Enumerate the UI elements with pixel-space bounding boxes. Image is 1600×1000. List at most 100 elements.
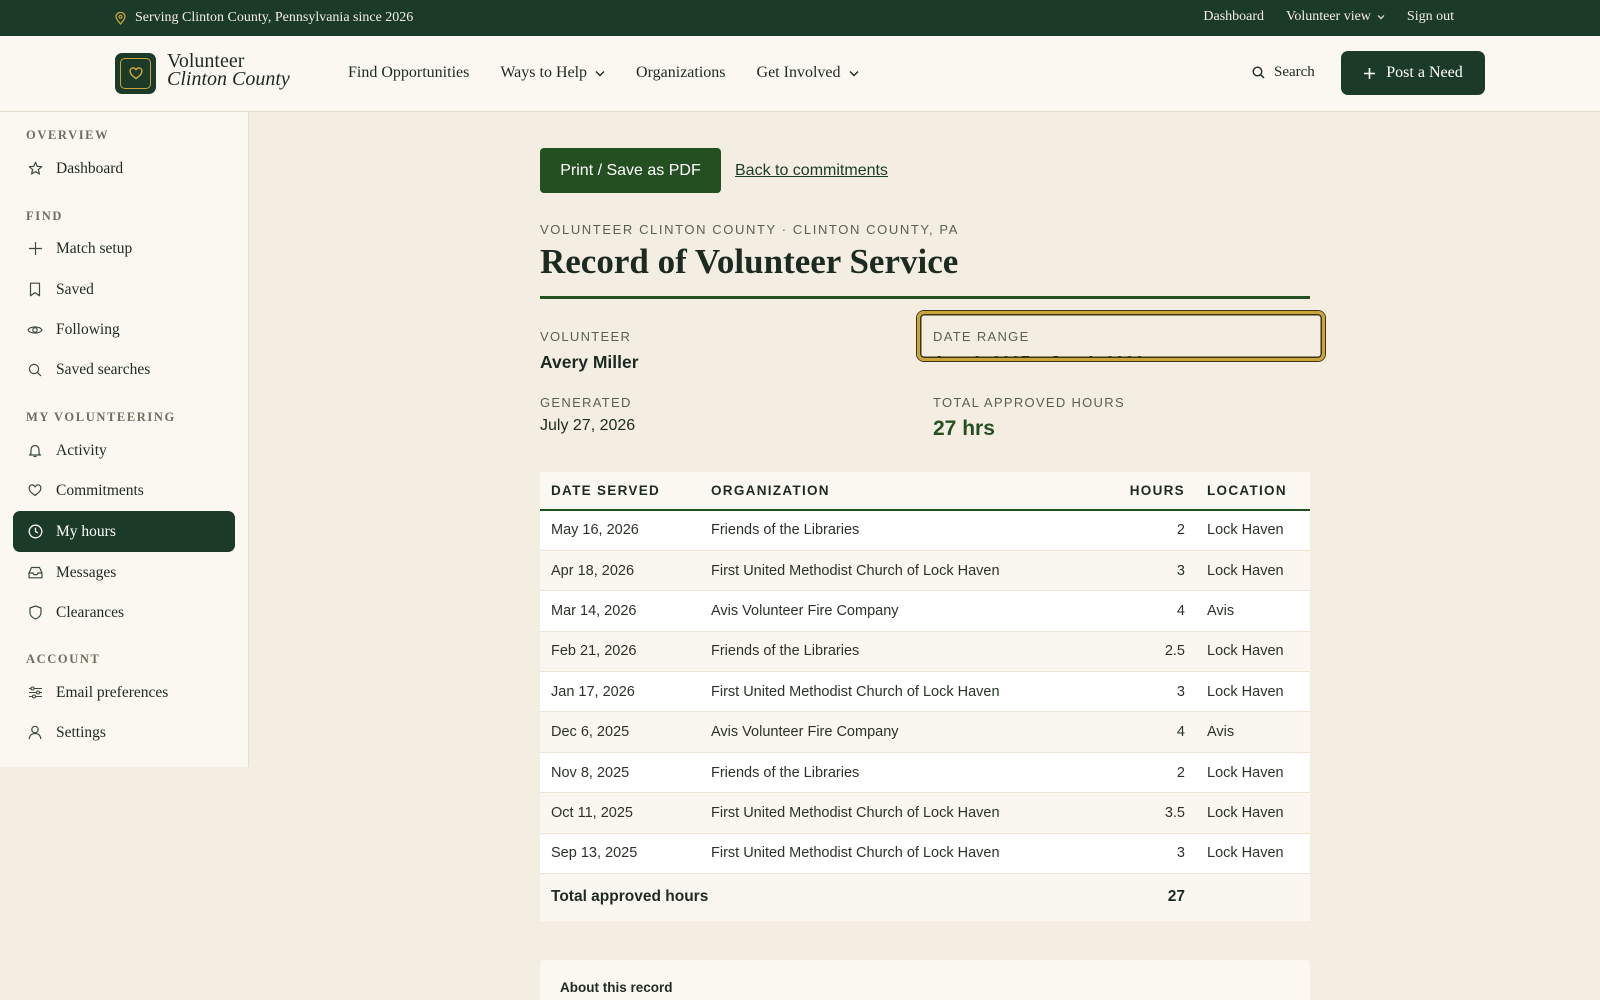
cell-location: Avis: [1196, 711, 1310, 753]
total-value: 27: [1106, 873, 1196, 921]
cell-date: Nov 8, 2025: [540, 752, 700, 794]
cell-date: Sep 13, 2025: [540, 833, 700, 875]
cell-location: Lock Haven: [1196, 550, 1310, 592]
cell-location: Lock Haven: [1196, 671, 1310, 713]
cell-date: May 16, 2026: [540, 510, 700, 551]
sidebar-item-label: Email preferences: [56, 683, 169, 701]
top-dashboard-label: Dashboard: [1203, 9, 1265, 24]
sidebar-item-my-hours[interactable]: My hours: [13, 511, 235, 552]
location-text: Serving Clinton County, Pennsylvania sin…: [135, 10, 414, 25]
cell-location: Lock Haven: [1196, 792, 1310, 834]
table-row: Nov 8, 2025 Friends of the Libraries 2 Lock…: [540, 752, 1310, 794]
chevron-down-icon: [849, 70, 859, 77]
nav-organizations-label: Organizations: [636, 64, 726, 81]
nav-ways-to-help[interactable]: Ways to Help: [500, 64, 605, 82]
volunteer-view-dropdown[interactable]: Volunteer view: [1286, 9, 1385, 25]
cell-organization: First United Methodist Church of Lock Ha…: [700, 671, 1106, 713]
logo-mark[interactable]: [115, 53, 156, 94]
sidebar-item-match-setup[interactable]: Match setup: [13, 228, 235, 269]
cell-hours: 4: [1106, 590, 1196, 632]
sliders-icon: [27, 685, 43, 701]
top-dashboard-link[interactable]: Dashboard: [1203, 9, 1264, 25]
sidebar-item-label: Settings: [56, 723, 106, 741]
service-hours-table: DATE SERVED ORGANIZATION HOURS LOCATION …: [540, 472, 1310, 921]
cell-hours: 4: [1106, 711, 1196, 753]
about-record-panel: About this record: [540, 960, 1310, 1000]
sign-out-link[interactable]: Sign out: [1407, 9, 1454, 25]
date-range-focus-ring: [917, 311, 1325, 361]
cell-location: Lock Haven: [1196, 631, 1310, 673]
back-to-commitments-link[interactable]: Back to commitments: [735, 162, 888, 180]
cell-date: Oct 11, 2025: [540, 792, 700, 834]
cell-hours: 3: [1106, 671, 1196, 713]
sidebar-item-activity[interactable]: Activity: [13, 430, 235, 471]
cell-location: Lock Haven: [1196, 833, 1310, 875]
sidebar-item-label: Saved: [56, 280, 94, 298]
sidebar-item-label: Following: [56, 320, 120, 338]
search-icon: [1252, 66, 1265, 79]
chevron-down-icon: [595, 70, 605, 77]
table-row: Oct 11, 2025 First United Methodist Churc…: [540, 792, 1310, 834]
sidebar-item-messages[interactable]: Messages: [13, 552, 235, 593]
nav-organizations[interactable]: Organizations: [636, 64, 725, 82]
nav-find-opportunities[interactable]: Find Opportunities: [348, 64, 469, 82]
cell-organization: Avis Volunteer Fire Company: [700, 590, 1106, 632]
sidebar-item-label: Activity: [56, 441, 107, 459]
logo-wordmark[interactable]: Volunteer Clinton County: [167, 51, 290, 90]
table-row: Sep 13, 2025 First United Methodist Churc…: [540, 833, 1310, 875]
table-row: Mar 14, 2026 Avis Volunteer Fire Company 4…: [540, 590, 1310, 632]
cell-organization: Avis Volunteer Fire Company: [700, 711, 1106, 753]
bell-icon: [27, 443, 43, 459]
cell-hours: 3: [1106, 833, 1196, 875]
sidebar-item-commitments[interactable]: Commitments: [13, 470, 235, 511]
volunteer-label: VOLUNTEER: [540, 329, 632, 344]
cell-organization: Friends of the Libraries: [700, 510, 1106, 551]
table-header-row: DATE SERVED ORGANIZATION HOURS LOCATION: [540, 472, 1310, 511]
sidebar-item-saved[interactable]: Saved: [13, 269, 235, 310]
logo-line-2: Clinton County: [167, 68, 290, 90]
sidebar-item-settings[interactable]: Settings: [13, 712, 235, 753]
record-eyebrow: VOLUNTEER CLINTON COUNTY · CLINTON COUNT…: [540, 222, 959, 237]
sidebar-section-account: ACCOUNT: [26, 652, 101, 666]
main-nav: Find Opportunities Ways to Help Organiza…: [348, 64, 859, 82]
col-hours: HOURS: [1106, 472, 1196, 511]
heart-icon: [128, 67, 143, 80]
title-divider: [540, 296, 1310, 299]
sidebar-item-dashboard[interactable]: Dashboard: [13, 148, 235, 189]
total-hours-value: 27 hrs: [933, 417, 995, 440]
table-row: Dec 6, 2025 Avis Volunteer Fire Company 4 A…: [540, 711, 1310, 753]
record-actions: Print / Save as PDF Back to commitments: [540, 148, 888, 193]
col-date-served: DATE SERVED: [540, 472, 700, 511]
star-icon: [27, 161, 43, 177]
sidebar-item-saved-searches[interactable]: Saved searches: [13, 349, 235, 390]
cell-organization: Friends of the Libraries: [700, 631, 1106, 673]
cell-organization: First United Methodist Church of Lock Ha…: [700, 833, 1106, 875]
plus-icon: [1363, 67, 1376, 80]
cell-location: Avis: [1196, 590, 1310, 632]
sidebar-item-label: Clearances: [56, 603, 124, 621]
print-save-pdf-button[interactable]: Print / Save as PDF: [540, 148, 721, 193]
table-row: May 16, 2026 Friends of the Libraries 2 Loc…: [540, 510, 1310, 551]
sign-out-label: Sign out: [1406, 9, 1454, 24]
cell-hours: 2: [1106, 510, 1196, 551]
nav-get-involved[interactable]: Get Involved: [757, 64, 859, 82]
sidebar-item-label: Saved searches: [56, 360, 151, 378]
top-strip: Serving Clinton County, Pennsylvania sin…: [0, 0, 1600, 36]
cell-date: Apr 18, 2026: [540, 550, 700, 592]
sidebar-item-following[interactable]: Following: [13, 309, 235, 350]
cell-hours: 3: [1106, 550, 1196, 592]
sidebar-item-label: Messages: [56, 563, 117, 581]
cell-date: Mar 14, 2026: [540, 590, 700, 632]
heart-icon: [27, 483, 43, 499]
sidebar-item-email-preferences[interactable]: Email preferences: [13, 672, 235, 713]
cell-hours: 2.5: [1106, 631, 1196, 673]
about-record-heading: About this record: [560, 980, 673, 995]
sidebar-item-clearances[interactable]: Clearances: [13, 592, 235, 633]
generated-label: GENERATED: [540, 395, 632, 410]
map-pin-icon: [115, 11, 126, 25]
nav-find-opportunities-label: Find Opportunities: [348, 64, 470, 81]
table-total-row: Total approved hours 27: [540, 873, 1310, 921]
eye-icon: [27, 322, 43, 338]
post-a-need-button[interactable]: Post a Need: [1341, 51, 1485, 95]
header-search-button[interactable]: Search: [1252, 64, 1315, 81]
